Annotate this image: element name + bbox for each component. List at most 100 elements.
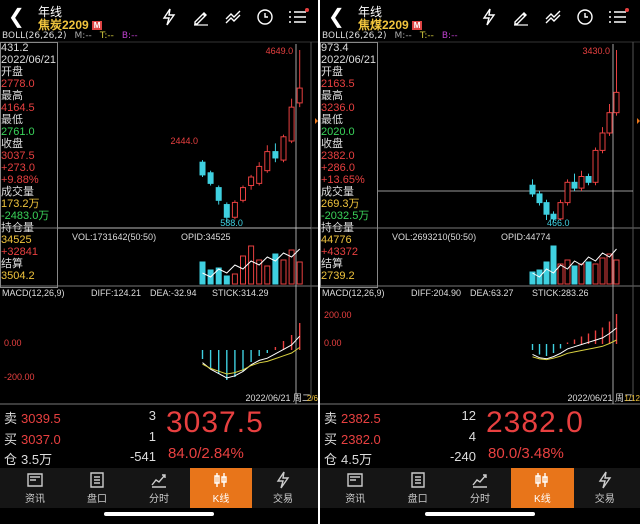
sell-qty: 3	[148, 408, 156, 423]
info-line: 最低	[1, 114, 23, 126]
quote-area: 卖 2382.5 12 买 2382.0 4 仓 4.5万 -240 2382.0 8…	[320, 406, 640, 468]
nav-label: 盘口	[407, 494, 428, 505]
info-line: 173.2万	[1, 198, 40, 210]
opid-label: OPID:34525	[181, 232, 231, 242]
timeshare-icon	[472, 474, 487, 488]
info-line: 2022/06/21	[1, 54, 57, 66]
volume-bar	[571, 265, 578, 285]
nav-item[interactable]: 资讯	[4, 468, 66, 508]
candle-body	[529, 184, 536, 195]
candle-body	[223, 204, 230, 218]
news-icon	[347, 473, 363, 487]
candle-body	[280, 136, 287, 161]
info-line: +273.0	[1, 162, 35, 174]
candlestick-icon	[535, 473, 549, 487]
candle-body	[231, 201, 238, 218]
nav-item[interactable]: 交易	[252, 468, 314, 508]
crosshair-date-extra: 2/6	[307, 394, 318, 403]
candlestick-icon	[214, 473, 227, 487]
mid-label: 2444.0	[170, 136, 198, 146]
macd-label: MACD(12,26,9)	[2, 288, 65, 298]
last-price: 3037.5	[166, 406, 264, 439]
high-label: 3430.0	[582, 46, 610, 56]
candle-body	[606, 112, 613, 134]
info-line: +32841	[1, 246, 39, 258]
info-line: 3504.2	[1, 270, 35, 282]
info-line: 最高	[1, 90, 23, 102]
buy-row[interactable]: 买 3037.0	[4, 429, 61, 448]
info-line: 开盘	[321, 66, 343, 78]
volume-bar	[296, 261, 303, 285]
macd-label: MACD(12,26,9)	[322, 288, 385, 298]
crosshair-date: 2022/06/21 周二	[567, 393, 633, 403]
candle-body	[571, 181, 578, 189]
crosshair-date-extra: 1/12	[624, 394, 640, 403]
vol-label: VOL:1731642(50:50)	[72, 232, 156, 242]
volume-bar	[223, 275, 230, 285]
nav-label: K线	[534, 494, 551, 505]
macd-tick: 200.00	[324, 310, 352, 320]
candle-body	[288, 106, 295, 142]
info-line: 成交量	[321, 186, 354, 198]
nav-item[interactable]: K线	[511, 468, 574, 508]
volume-bar	[550, 245, 557, 285]
nav-item[interactable]: 盘口	[386, 468, 448, 508]
nav-label: 盘口	[87, 494, 107, 505]
quote-area: 卖 3039.5 3 买 3037.0 1 仓 3.5万 -541 3037.5 84…	[0, 406, 318, 468]
open-interest-change: -240	[449, 449, 476, 464]
info-line: 34525	[1, 234, 32, 246]
price-change: 84.0/2.84%	[168, 445, 244, 462]
info-line: 成交量	[1, 186, 34, 198]
candle-body	[207, 172, 214, 184]
info-line: -2032.5万	[321, 210, 370, 222]
volume-bar	[248, 245, 255, 285]
low-label: 466.0	[547, 218, 570, 228]
volume-bar	[264, 265, 271, 285]
candle-body	[272, 151, 279, 159]
vol-label: VOL:2693210(50:50)	[392, 232, 476, 242]
nav-item[interactable]: 分时	[128, 468, 190, 508]
volume-bar	[231, 273, 238, 285]
macd-tick: -200.00	[4, 372, 35, 382]
sell-row[interactable]: 卖 3039.5	[4, 408, 61, 427]
info-line: 最高	[321, 90, 343, 102]
last-price: 2382.0	[486, 406, 584, 439]
nav-item[interactable]: 资讯	[324, 468, 386, 508]
buy-qty: 1	[148, 429, 156, 444]
crosshair-date: 2022/06/21 周二	[245, 393, 311, 403]
sell-qty: 12	[461, 408, 476, 423]
news-icon	[27, 473, 43, 487]
nav-label: 交易	[273, 494, 293, 505]
volume-bar	[578, 263, 585, 285]
sell-row[interactable]: 卖 2382.5	[324, 408, 381, 427]
buy-row[interactable]: 买 2382.0	[324, 429, 381, 448]
info-line: -2483.0万	[1, 210, 50, 222]
open-interest-change: -541	[129, 449, 156, 464]
info-line: 44776	[321, 234, 352, 246]
price-change: 80.0/3.48%	[488, 445, 564, 462]
candle-body	[585, 176, 592, 183]
nav-label: 交易	[594, 494, 615, 505]
macd-dea: DEA:-32.94	[150, 288, 197, 298]
info-line: 2022/06/21	[321, 54, 377, 66]
volume-bar	[613, 259, 620, 285]
info-line: 431.2	[1, 42, 29, 54]
candle-body	[564, 181, 571, 204]
right-quote-panel: ❮ 年线 焦煤2209 M 3430.0 466.0 VOL:2693210(50:5…	[320, 0, 640, 524]
nav-item[interactable]: 盘口	[66, 468, 128, 508]
candle-body	[613, 91, 620, 114]
nav-item[interactable]: 交易	[574, 468, 636, 508]
macd-tick: 0.00	[324, 338, 342, 348]
opid-label: OPID:44774	[501, 232, 551, 242]
macd-stick: STICK:283.26	[532, 288, 589, 298]
candle-info-column: 973.4 2022/06/21 开盘 2163.5 最高 3236.0 最低 2020.0 收…	[321, 42, 377, 282]
nav-item[interactable]: K线	[190, 468, 252, 508]
info-line: 2739.2	[321, 270, 355, 282]
nav-item[interactable]: 分时	[449, 468, 511, 508]
info-line: 最低	[321, 114, 343, 126]
boll-legend: BOLL(26,26,2) M:-- T:-- B:--	[2, 31, 138, 41]
low-label: 588.0	[220, 218, 243, 228]
nav-label: 分时	[149, 494, 169, 505]
info-line: 持仓量	[1, 222, 34, 234]
candle-body	[256, 165, 263, 184]
